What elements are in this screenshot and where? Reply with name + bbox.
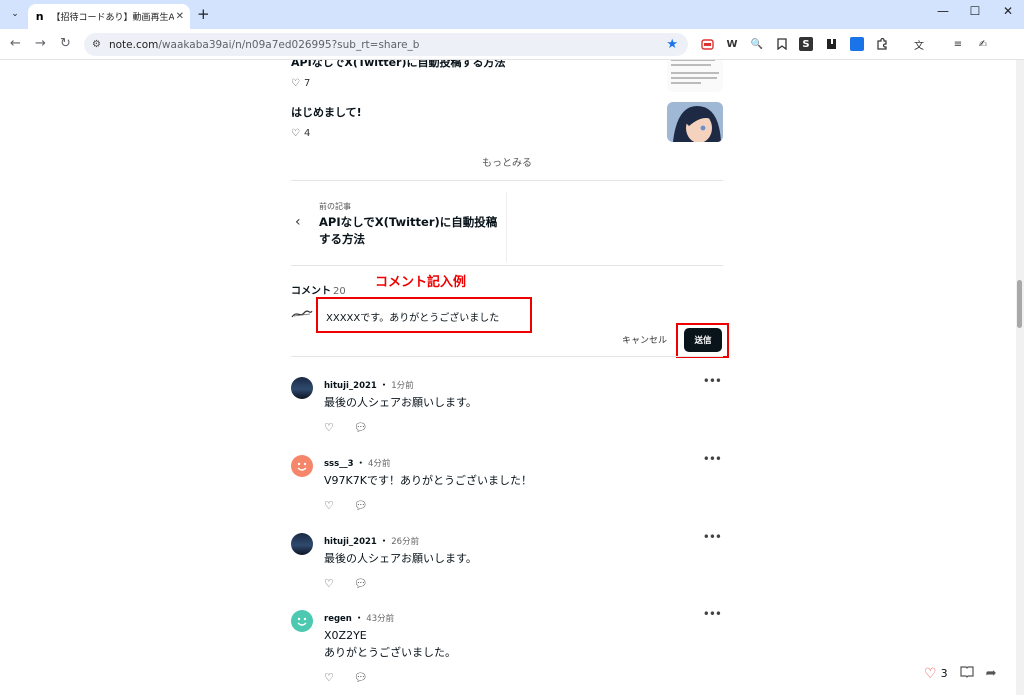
more-options-icon[interactable]: ••• xyxy=(703,374,722,388)
note-favicon-icon: n xyxy=(35,10,44,23)
magnifier-icon[interactable]: 🔍 xyxy=(750,37,764,51)
related-like[interactable]: ♡ 4 xyxy=(291,128,723,139)
book-icon[interactable] xyxy=(824,37,838,51)
magazine-add-icon[interactable] xyxy=(959,665,974,682)
forward-icon[interactable]: → xyxy=(35,36,46,51)
comment-text: 最後の人シェアお願いします。 xyxy=(324,552,477,565)
share-icon[interactable]: ➦ xyxy=(986,666,997,681)
article-thumbnail[interactable] xyxy=(667,102,723,142)
pdf-icon[interactable] xyxy=(700,37,714,51)
tab-title: 【招待コードあり】動画再生AI「Sora xyxy=(51,13,174,23)
heart-icon[interactable]: ♡ xyxy=(291,78,300,89)
translate-icon[interactable]: 文 xyxy=(912,37,926,52)
divider xyxy=(291,356,723,357)
avatar[interactable] xyxy=(291,610,313,632)
comment-actions: ♡ 💬︎ xyxy=(324,499,368,512)
comment-item: sss__3 ・ 4分前 ••• V97K7Kです！ありがとうございました！ ♡… xyxy=(291,452,723,515)
comment-author[interactable]: sss__3 ・ 4分前 xyxy=(324,457,390,469)
like-count: 3 xyxy=(940,667,948,680)
heart-icon[interactable]: ♡ xyxy=(324,577,334,590)
avatar[interactable] xyxy=(291,455,313,477)
tab-strip: ⌄ n 【招待コードあり】動画再生AI「Sora ✕ + — ☐ ✕ xyxy=(0,0,1024,29)
related-like[interactable]: ♡ 7 xyxy=(291,78,723,89)
url-text: note.com/waakaba39ai/n/n09a7ed026995?sub… xyxy=(108,38,420,51)
active-tab[interactable]: n 【招待コードあり】動画再生AI「Sora ✕ xyxy=(28,4,190,29)
reload-icon[interactable]: ↻ xyxy=(60,36,71,51)
comment-author[interactable]: hituji_2021 ・ 26分前 xyxy=(324,535,419,547)
list-icon[interactable]: ≡ xyxy=(951,37,965,51)
close-window-icon[interactable]: ✕ xyxy=(985,4,1024,18)
heart-icon[interactable]: ♡ xyxy=(324,671,334,684)
comment-author[interactable]: hituji_2021 ・ 1分前 xyxy=(324,379,414,391)
comment-author[interactable]: regen ・ 43分前 xyxy=(324,612,394,624)
article-thumbnail[interactable] xyxy=(667,60,723,92)
avatar[interactable] xyxy=(291,377,313,399)
divider xyxy=(291,265,723,266)
more-link[interactable]: もっとみる xyxy=(291,154,723,169)
more-options-icon[interactable]: ••• xyxy=(703,452,722,466)
related-article[interactable]: はじめまして! ♡ 4 xyxy=(291,104,723,144)
back-icon[interactable]: ← xyxy=(10,36,21,51)
prev-article-title[interactable]: APIなしでX(Twitter)に自動投稿する方法 xyxy=(319,214,499,248)
related-article-title[interactable]: APIなしでX(Twitter)に自動投稿する方法 xyxy=(291,60,723,70)
comment-item: hituji_2021 ・ 1分前 ••• 最後の人シェアお願いします。 ♡ 💬︎ xyxy=(291,374,723,437)
user-signature-avatar xyxy=(291,308,313,322)
divider xyxy=(291,180,723,181)
comment-actions: ♡ 💬︎ xyxy=(324,421,368,434)
comment-actions: ♡ 💬︎ xyxy=(324,577,368,590)
reply-icon[interactable]: 💬︎ xyxy=(354,577,368,590)
avatar[interactable] xyxy=(291,533,313,555)
comment-input[interactable]: XXXXXです。ありがとうございました xyxy=(316,297,532,333)
send-button[interactable]: 送信 xyxy=(684,328,722,352)
related-article-title[interactable]: はじめまして! xyxy=(291,104,723,120)
bookmark-star-icon[interactable]: ★ xyxy=(666,37,678,52)
new-tab-icon[interactable]: + xyxy=(197,5,210,23)
close-tab-icon[interactable]: ✕ xyxy=(176,11,184,22)
chevron-left-icon: ‹ xyxy=(295,214,301,230)
like-count: 7 xyxy=(303,78,311,89)
floating-action-bar: ♡ 3 ➦ xyxy=(924,665,996,682)
heart-icon[interactable]: ♡ xyxy=(291,128,300,139)
bookmark-icon[interactable] xyxy=(775,37,789,51)
reply-icon[interactable]: 💬︎ xyxy=(354,499,368,512)
prev-article-label: 前の記事 xyxy=(319,202,351,211)
related-article[interactable]: APIなしでX(Twitter)に自動投稿する方法 ♡ 7 xyxy=(291,60,723,94)
browser-toolbar: ← → ↻ ⚙ note.com/waakaba39ai/n/n09a7ed02… xyxy=(0,29,1024,60)
w-extension-icon[interactable]: W xyxy=(725,37,739,51)
comment-actions: ♡ 💬︎ xyxy=(324,671,368,684)
more-options-icon[interactable]: ••• xyxy=(703,607,722,621)
comment-item: hituji_2021 ・ 26分前 ••• 最後の人シェアお願いします。 ♡ 💬… xyxy=(291,530,723,593)
heart-icon[interactable]: ♡ xyxy=(924,666,937,682)
signature-icon[interactable]: ✍ xyxy=(976,37,990,51)
comment-heading: コメント 20 xyxy=(291,286,346,297)
comment-count: 20 xyxy=(333,286,346,297)
comment-item: regen ・ 43分前 ••• X0Z2YE ありがとうございました。 ♡ 💬︎ xyxy=(291,607,723,690)
s-extension-icon[interactable]: S xyxy=(799,37,813,51)
address-bar[interactable]: ⚙ note.com/waakaba39ai/n/n09a7ed026995?s… xyxy=(84,33,688,56)
more-options-icon[interactable]: ••• xyxy=(703,530,722,544)
tab-search-icon[interactable]: ⌄ xyxy=(6,5,24,23)
comment-text: X0Z2YE ありがとうございました。 xyxy=(324,629,456,659)
comment-text: 最後の人シェアお願いします。 xyxy=(324,396,477,409)
heart-icon[interactable]: ♡ xyxy=(324,499,334,512)
comment-text: V97K7Kです！ありがとうございました！ xyxy=(324,474,532,487)
page-scrollbar[interactable] xyxy=(1016,60,1024,695)
heart-icon[interactable]: ♡ xyxy=(324,421,334,434)
page-content: APIなしでX(Twitter)に自動投稿する方法 ♡ 7 はじめまして! ♡ 4 … xyxy=(0,60,1016,695)
scrollbar-thumb[interactable] xyxy=(1017,280,1022,328)
reply-icon[interactable]: 💬︎ xyxy=(354,421,368,434)
cancel-button[interactable]: キャンセル xyxy=(622,333,667,346)
site-info-icon[interactable]: ⚙ xyxy=(92,39,101,50)
annotation-label: コメント記入例 xyxy=(375,275,467,290)
grid-icon[interactable] xyxy=(850,37,864,51)
prev-article-card[interactable]: ‹ 前の記事 APIなしでX(Twitter)に自動投稿する方法 xyxy=(291,192,507,262)
like-count: 4 xyxy=(303,128,311,139)
puzzle-icon[interactable] xyxy=(875,37,889,51)
reply-icon[interactable]: 💬︎ xyxy=(354,671,368,684)
